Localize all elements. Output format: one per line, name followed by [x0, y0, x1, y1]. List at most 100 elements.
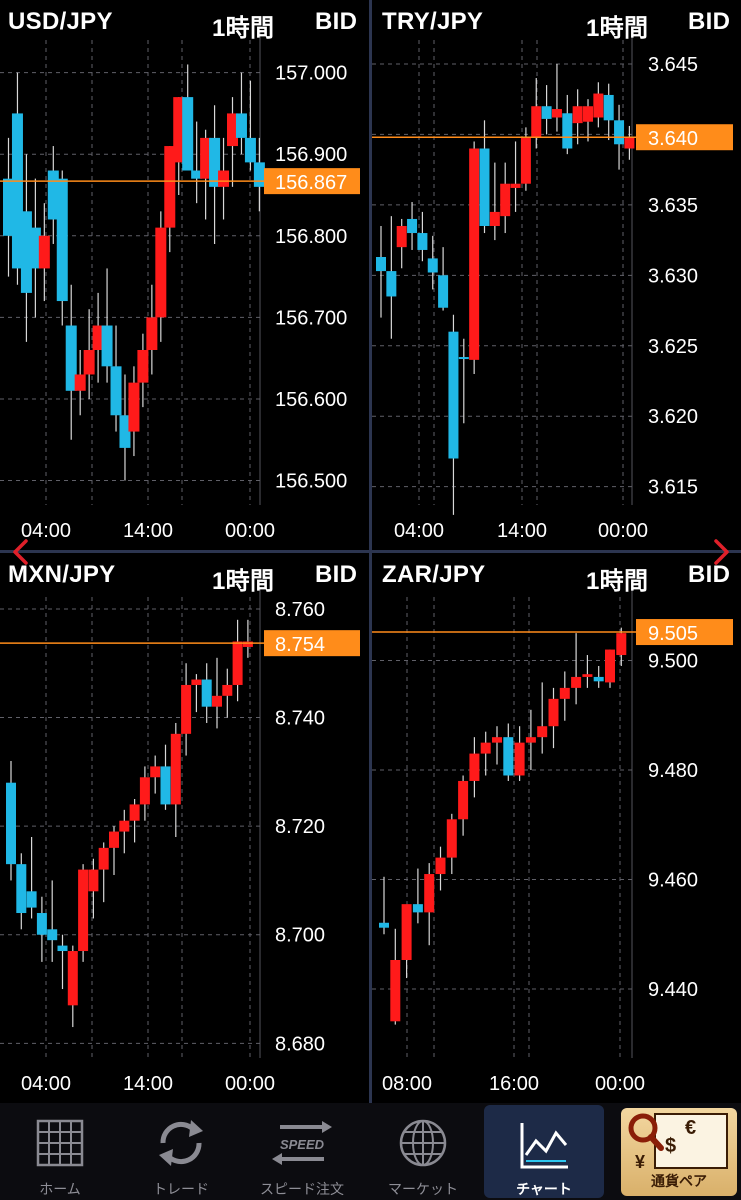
candle-body — [182, 97, 194, 171]
candle-body — [386, 271, 397, 297]
candle-body — [146, 317, 158, 350]
candle-body — [376, 257, 386, 272]
candle-body — [379, 922, 389, 928]
x-tick-label: 16:00 — [489, 1073, 539, 1095]
chevron-left-icon[interactable] — [8, 537, 34, 567]
candle-body — [6, 782, 16, 865]
chart-zarjpy-plot[interactable]: 9.500 9.480 9.460 9.440 08:00 16:00 00:00 9.505 — [372, 553, 741, 1103]
y-tick-label: 3.620 — [648, 406, 698, 428]
pair-title: ZAR/JPY — [382, 561, 486, 588]
candle-body — [510, 183, 521, 188]
timeframe-label[interactable]: 1時間 — [586, 8, 648, 43]
candle-body — [438, 275, 449, 308]
refresh-arrows-icon — [159, 1120, 203, 1166]
y-tick-label: 8.680 — [275, 1033, 325, 1055]
chart-tryjpy[interactable]: 3.645 3.640 3.635 3.630 3.625 3.620 3.615 04:00… — [372, 0, 741, 550]
timeframe-label[interactable]: 1時間 — [586, 561, 648, 596]
y-tick-label: 156.900 — [275, 144, 347, 166]
timeframe-label[interactable]: 1時間 — [212, 8, 274, 43]
x-tick-label: 08:00 — [382, 1073, 432, 1095]
candle-body — [160, 766, 171, 805]
candle-body — [67, 951, 78, 1006]
pair-title: TRY/JPY — [382, 8, 484, 35]
candle-body — [427, 258, 438, 273]
candle-body — [572, 106, 583, 124]
chart-usdjpy-plot[interactable]: 157.000 156.900 156.800 156.700 156.600 156.5… — [0, 0, 369, 550]
candle-body — [520, 137, 531, 184]
x-tick-label: 00:00 — [225, 1073, 275, 1095]
y-tick-label: 156.500 — [275, 471, 347, 493]
tab-speed-order[interactable]: SPEED スピード注文 — [242, 1103, 362, 1200]
candle-body — [232, 641, 243, 685]
y-tick-label: 3.645 — [648, 54, 698, 76]
chart-zarjpy[interactable]: 9.500 9.480 9.460 9.440 08:00 16:00 00:00 9.505… — [372, 553, 741, 1103]
candle-body — [583, 106, 593, 122]
speed-icon: SPEED — [272, 1121, 332, 1165]
candle-body — [559, 687, 570, 699]
y-tick-label: 3.630 — [648, 265, 698, 287]
candle-body — [548, 698, 559, 727]
candle-body — [218, 170, 230, 187]
candle-body — [235, 113, 247, 138]
candle-body — [110, 366, 122, 416]
candle-body — [489, 211, 500, 226]
candle-body — [155, 227, 167, 318]
current-price-label: 9.505 — [648, 623, 698, 645]
candle-body — [401, 904, 412, 960]
tab-label: マーケット — [388, 1181, 458, 1197]
y-tick-label: 3.625 — [648, 336, 698, 358]
candle-body — [407, 218, 418, 234]
price-type-label: BID — [315, 8, 358, 35]
y-tick-label: 9.460 — [648, 870, 698, 892]
tab-market[interactable]: マーケット — [363, 1103, 483, 1200]
candle-body — [503, 737, 514, 776]
tab-currency-pair[interactable]: € $ ¥ 通貨ペア — [621, 1108, 737, 1196]
candle-body — [191, 679, 202, 685]
chart-usdjpy[interactable]: 157.000 156.900 156.800 156.700 156.600 156.5… — [0, 0, 369, 550]
tab-trade[interactable]: トレード — [121, 1103, 241, 1200]
candle-body — [137, 350, 149, 383]
chart-mxnjpy[interactable]: 8.760 8.740 8.720 8.700 8.680 04:00 14:00 00:00… — [0, 553, 369, 1103]
dollar-symbol: $ — [665, 1135, 676, 1157]
candle-body — [139, 777, 150, 805]
tab-chart[interactable]: チャート — [484, 1105, 604, 1198]
candle-body — [38, 235, 50, 269]
candle-body — [603, 94, 614, 121]
candle-body — [562, 113, 573, 149]
tab-home[interactable]: ホーム — [0, 1103, 120, 1200]
timeframe-label[interactable]: 1時間 — [212, 561, 274, 596]
tab-label: トレード — [153, 1181, 209, 1197]
chart-tryjpy-plot[interactable]: 3.645 3.640 3.635 3.630 3.625 3.620 3.615 04:00… — [372, 0, 741, 550]
candle-body — [435, 857, 446, 875]
x-tick-label: 14:00 — [497, 520, 547, 542]
x-tick-label: 00:00 — [595, 1073, 645, 1095]
candle-body — [242, 641, 253, 647]
y-tick-label: 8.720 — [275, 816, 325, 838]
candle-body — [181, 684, 192, 734]
currency-search-icon: € $ ¥ — [628, 1113, 728, 1170]
chevron-right-icon[interactable] — [708, 537, 734, 567]
candle-body — [469, 753, 480, 781]
x-tick-label: 04:00 — [394, 520, 444, 542]
candle-body — [83, 350, 95, 375]
y-tick-label: 156.800 — [275, 226, 347, 248]
chart-mxnjpy-plot[interactable]: 8.760 8.740 8.720 8.700 8.680 04:00 14:00 00:00… — [0, 553, 369, 1103]
candle-body — [500, 183, 511, 217]
candle-body — [582, 674, 593, 677]
candle-body — [36, 913, 47, 935]
candle-body — [222, 684, 233, 696]
candle-body — [537, 726, 548, 738]
y-tick-label: 9.440 — [648, 979, 698, 1001]
grid-icon — [36, 1119, 84, 1167]
candle-body — [78, 869, 89, 952]
current-price-label: 156.867 — [275, 172, 347, 194]
candle-body — [201, 679, 212, 707]
yen-symbol: ¥ — [635, 1152, 645, 1170]
candle-body — [390, 959, 401, 1022]
candle-body — [16, 864, 27, 914]
y-tick-label: 9.480 — [648, 760, 698, 782]
y-tick-label: 157.000 — [275, 63, 347, 85]
x-tick-label: 14:00 — [123, 1073, 173, 1095]
candle-body — [119, 820, 130, 832]
x-tick-label: 14:00 — [123, 520, 173, 542]
